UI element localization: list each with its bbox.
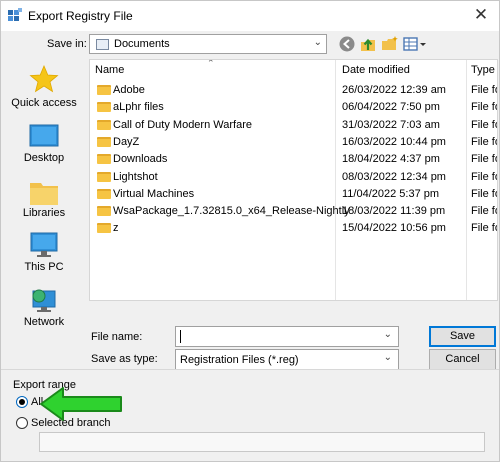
radio-all[interactable] xyxy=(16,396,28,408)
column-header-type[interactable]: Type xyxy=(471,64,495,76)
folder-icon xyxy=(97,154,111,164)
file-name: WsaPackage_1.7.32815.0_x64_Release-Night… xyxy=(113,205,350,217)
view-menu-icon[interactable] xyxy=(403,35,427,53)
file-row[interactable]: z 15/04/2022 10:56 pm File fo xyxy=(90,220,498,237)
file-row[interactable]: Virtual Machines 11/04/2022 5:37 pm File… xyxy=(90,186,498,203)
new-folder-icon[interactable] xyxy=(381,35,399,53)
network-icon xyxy=(32,289,56,312)
selected-branch-field[interactable] xyxy=(39,432,485,452)
file-date: 18/03/2022 11:39 pm xyxy=(342,205,446,217)
file-row[interactable]: Lightshot 08/03/2022 12:34 pm File fo xyxy=(90,169,498,186)
place-label: Desktop xyxy=(23,152,65,164)
cancel-button[interactable]: Cancel xyxy=(429,349,496,370)
place-label: This PC xyxy=(24,261,64,273)
folder-icon xyxy=(97,172,111,182)
folder-icon xyxy=(97,120,111,130)
file-type: File fo xyxy=(471,153,498,165)
chevron-down-icon: ⌄ xyxy=(313,37,322,48)
file-name: Adobe xyxy=(113,84,145,96)
file-date: 18/04/2022 4:37 pm xyxy=(342,153,440,165)
file-row[interactable]: DayZ 16/03/2022 10:44 pm File fo xyxy=(90,134,498,151)
highlight-arrow-icon xyxy=(40,387,122,421)
close-icon: ✕ xyxy=(473,5,489,24)
file-type: File fo xyxy=(471,101,498,113)
file-type: File fo xyxy=(471,188,498,200)
folder-icon xyxy=(97,206,111,216)
back-icon[interactable] xyxy=(338,35,356,53)
save-as-type-dropdown[interactable]: Registration Files (*.reg) ⌄ xyxy=(175,349,399,370)
save-in-value: Documents xyxy=(114,38,170,50)
file-name: Downloads xyxy=(113,153,168,165)
file-date: 11/04/2022 5:37 pm xyxy=(342,188,440,200)
file-name-field[interactable]: ⌄ xyxy=(175,326,399,347)
file-name: z xyxy=(113,222,119,234)
save-as-type-value: Registration Files (*.reg) xyxy=(180,354,299,366)
place-this-pc[interactable]: This PC xyxy=(4,232,84,282)
chevron-down-icon: ⌄ xyxy=(383,352,392,363)
file-row[interactable]: aLphr files 06/04/2022 7:50 pm File fo xyxy=(90,99,498,116)
file-date: 08/03/2022 12:34 pm xyxy=(342,171,446,183)
folder-icon xyxy=(97,189,111,199)
file-name: Lightshot xyxy=(113,171,158,183)
window-title: Export Registry File xyxy=(28,9,133,23)
file-date: 15/04/2022 10:56 pm xyxy=(342,222,446,234)
this-pc-icon xyxy=(30,232,58,257)
file-type: File fo xyxy=(471,84,498,96)
regedit-icon xyxy=(8,8,22,21)
place-network[interactable]: Network xyxy=(4,287,84,337)
column-header-name[interactable]: Name xyxy=(95,64,124,76)
place-quick-access[interactable]: Quick access xyxy=(4,65,84,115)
file-date: 31/03/2022 7:03 am xyxy=(342,119,440,131)
folder-icon xyxy=(97,85,111,95)
place-libraries[interactable]: Libraries xyxy=(4,178,84,228)
file-type: File fo xyxy=(471,222,498,234)
file-type: File fo xyxy=(471,205,498,217)
file-row[interactable]: Adobe 26/03/2022 12:39 am File fo xyxy=(90,82,498,99)
place-label: Libraries xyxy=(22,207,66,219)
radio-selected-branch[interactable] xyxy=(16,417,28,429)
file-row[interactable]: Call of Duty Modern Warfare 31/03/2022 7… xyxy=(90,117,498,134)
file-name: Call of Duty Modern Warfare xyxy=(113,119,252,131)
divider xyxy=(1,369,499,370)
folder-icon xyxy=(97,137,111,147)
export-registry-dialog: Export Registry File ✕ Save in: Document… xyxy=(0,0,500,462)
file-date: 16/03/2022 10:44 pm xyxy=(342,136,446,148)
title-bar: Export Registry File ✕ xyxy=(1,1,499,31)
chevron-down-icon[interactable]: ⌄ xyxy=(384,329,392,340)
save-as-type-label: Save as type: xyxy=(91,353,158,365)
save-button[interactable]: Save xyxy=(429,326,496,347)
file-date: 26/03/2022 12:39 am xyxy=(342,84,446,96)
file-row[interactable]: Downloads 18/04/2022 4:37 pm File fo xyxy=(90,151,498,168)
file-name: aLphr files xyxy=(113,101,164,113)
file-name: DayZ xyxy=(113,136,140,148)
text-cursor xyxy=(180,330,181,343)
file-type: File fo xyxy=(471,136,498,148)
up-folder-icon[interactable] xyxy=(359,35,377,53)
file-type: File fo xyxy=(471,119,498,131)
horizontal-scrollbar[interactable] xyxy=(89,301,498,315)
place-desktop[interactable]: Desktop xyxy=(4,123,84,173)
folder-icon xyxy=(97,102,111,112)
file-row[interactable]: WsaPackage_1.7.32815.0_x64_Release-Night… xyxy=(90,203,498,220)
sort-ascending-icon: ⌃ xyxy=(207,59,215,68)
save-in-dropdown[interactable]: Documents ⌄ xyxy=(89,34,327,54)
close-button[interactable]: ✕ xyxy=(463,1,499,29)
place-label: Network xyxy=(23,316,65,328)
desktop-icon xyxy=(29,124,59,147)
file-name: Virtual Machines xyxy=(113,188,195,200)
libraries-icon xyxy=(30,183,58,205)
save-in-label: Save in: xyxy=(47,38,87,50)
places-bar: Quick access Desktop Libraries This PC N… xyxy=(4,61,84,371)
file-name-label: File name: xyxy=(91,331,143,343)
column-header-date[interactable]: Date modified xyxy=(342,64,410,76)
place-label: Quick access xyxy=(11,97,77,109)
star-icon xyxy=(29,65,59,93)
file-date: 06/04/2022 7:50 pm xyxy=(342,101,440,113)
documents-folder-icon xyxy=(96,39,109,50)
folder-icon xyxy=(97,223,111,233)
file-list[interactable]: ⌃ Name Date modified Type Adobe 26/03/20… xyxy=(89,59,498,301)
file-type: File fo xyxy=(471,171,498,183)
